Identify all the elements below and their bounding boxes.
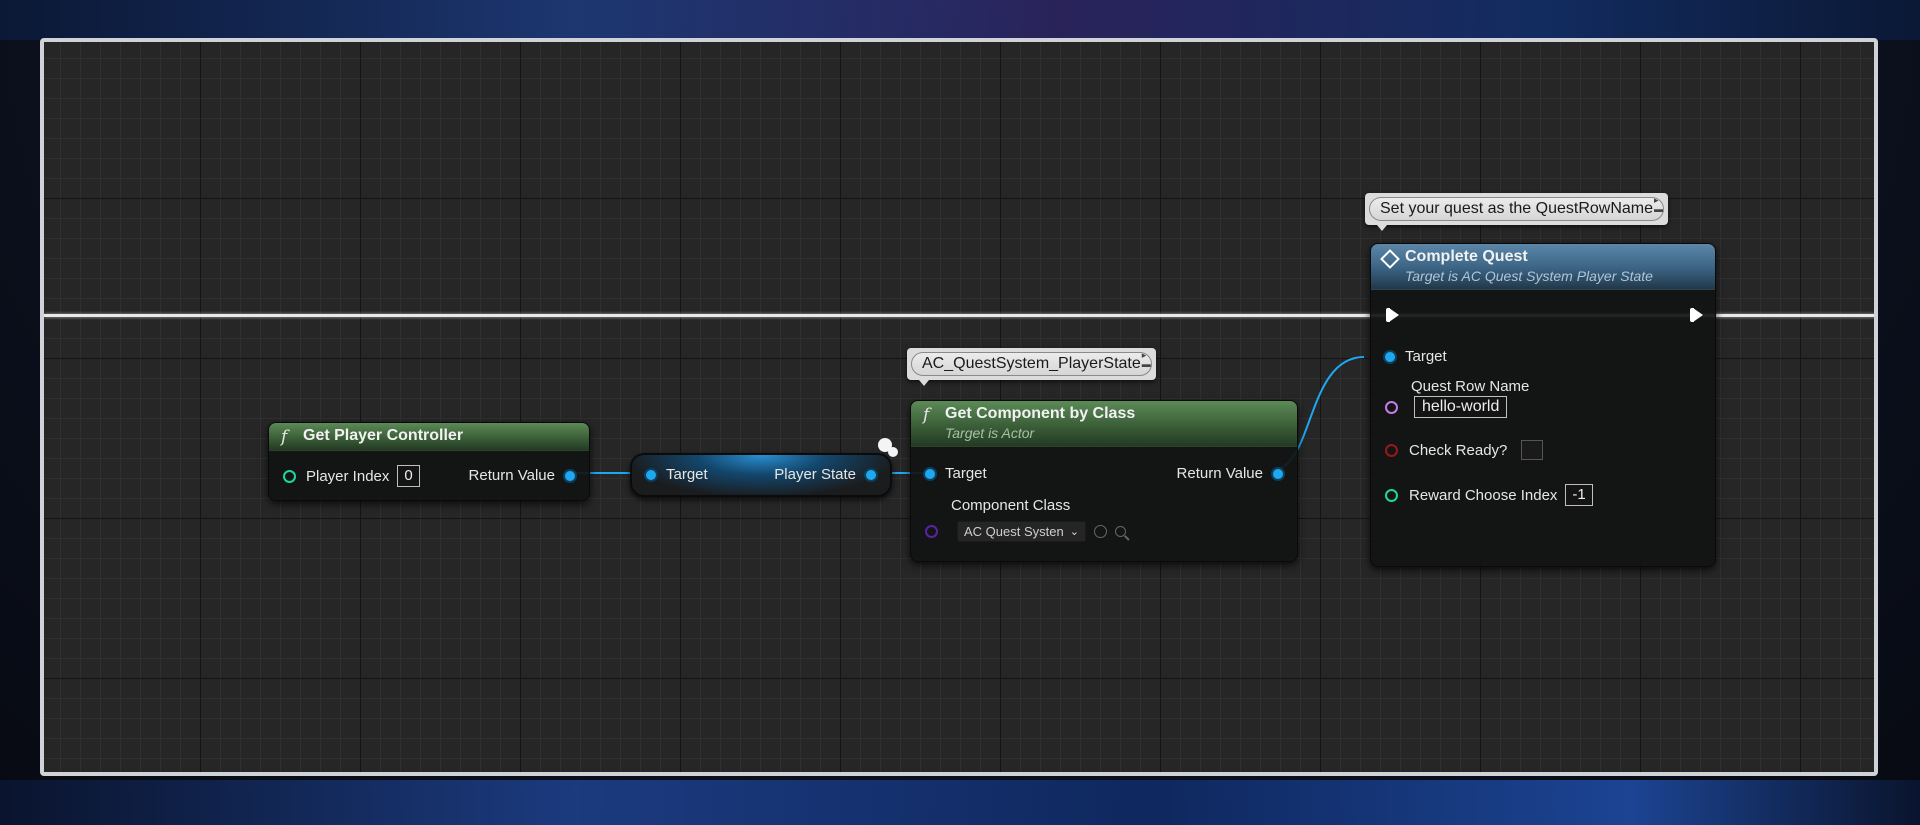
pin-icon[interactable] xyxy=(1385,351,1395,362)
component-class-controls: AC Quest Systen ⌄ xyxy=(957,521,1126,542)
pin-label: Player State xyxy=(774,466,856,483)
pin-icon[interactable] xyxy=(1385,488,1398,502)
pin-return-value[interactable]: Return Value xyxy=(1177,465,1283,482)
comment-pin-icon[interactable]: ▸ ▬ xyxy=(1654,196,1663,214)
pin-label: Target xyxy=(945,465,987,482)
pin-label: Quest Row Name xyxy=(1411,378,1530,395)
check-ready-checkbox[interactable] xyxy=(1521,440,1544,460)
background-banner-top xyxy=(0,0,1920,40)
pin-target[interactable]: Target xyxy=(646,466,708,483)
background-banner-bottom xyxy=(0,780,1920,825)
component-class-label: Component Class xyxy=(951,497,1071,514)
pin-icon[interactable] xyxy=(1273,468,1283,479)
collapse-bubble-icon[interactable] xyxy=(888,447,898,457)
comment-tail xyxy=(1377,225,1387,231)
node-subtitle: Target is AC Quest System Player State xyxy=(1405,268,1653,284)
node-get-player-controller[interactable]: f Get Player Controller Player Index 0 R… xyxy=(268,422,590,501)
player-index-input[interactable]: 0 xyxy=(397,465,420,487)
exec-pin-icon[interactable] xyxy=(1386,308,1399,322)
pin-label: Target xyxy=(1405,348,1447,365)
node-header[interactable]: Complete Quest Target is AC Quest System… xyxy=(1371,244,1715,290)
pin-icon[interactable] xyxy=(1385,400,1398,414)
comment-pin-icon[interactable]: ▸ ▬ xyxy=(1142,351,1151,369)
browse-search-icon[interactable] xyxy=(1114,526,1126,537)
node-get-component-by-class[interactable]: f Get Component by Class Target is Actor… xyxy=(910,400,1298,562)
pin-return-value[interactable]: Return Value xyxy=(469,467,575,484)
pin-check-ready[interactable]: Check Ready? xyxy=(1385,440,1544,460)
chevron-down-icon: ⌄ xyxy=(1069,526,1079,538)
pin-label: Player Index xyxy=(306,467,390,485)
exec-out-pin[interactable] xyxy=(1690,308,1703,322)
node-complete-quest[interactable]: Complete Quest Target is AC Quest System… xyxy=(1370,243,1716,567)
node-title: Get Component by Class xyxy=(945,405,1136,422)
pin-label: Reward Choose Index xyxy=(1409,486,1558,504)
comment-get-component[interactable]: AC_QuestSystem_PlayerState ▸ ▬ xyxy=(907,348,1156,386)
component-class-dropdown[interactable]: AC Quest Systen ⌄ xyxy=(957,521,1086,542)
pin-quest-row-name[interactable]: hello-world xyxy=(1385,396,1508,418)
exec-pin-icon[interactable] xyxy=(1690,308,1703,322)
pin-component-class[interactable] xyxy=(925,501,945,538)
pin-label: Return Value xyxy=(468,467,555,484)
pin-player-state[interactable]: Player State xyxy=(774,466,876,483)
pin-label: Return Value xyxy=(1176,465,1263,482)
quest-row-name-label: Quest Row Name xyxy=(1411,378,1529,395)
pin-player-index[interactable]: Player Index 0 xyxy=(283,465,420,487)
quest-row-name-input[interactable]: hello-world xyxy=(1414,396,1508,418)
pin-icon[interactable] xyxy=(565,470,575,481)
function-icon: f xyxy=(923,405,930,425)
pin-target[interactable]: Target xyxy=(925,465,987,482)
pin-icon[interactable] xyxy=(646,469,656,480)
pin-label: Component Class xyxy=(951,497,1070,514)
pin-label: Target xyxy=(666,466,708,483)
node-title: Complete Quest xyxy=(1405,248,1528,265)
node-subtitle: Target is Actor xyxy=(945,425,1035,441)
node-header[interactable]: f Get Component by Class Target is Actor xyxy=(911,401,1297,447)
exec-in-pin[interactable] xyxy=(1386,308,1399,322)
comment-text[interactable]: AC_QuestSystem_PlayerState xyxy=(911,352,1152,376)
blueprint-graph-canvas[interactable]: Set your quest as the QuestRowName ▸ ▬ AC… xyxy=(40,38,1878,776)
pin-icon[interactable] xyxy=(1385,443,1398,457)
node-header[interactable]: f Get Player Controller xyxy=(269,423,589,451)
pin-icon[interactable] xyxy=(866,469,876,480)
pin-icon[interactable] xyxy=(283,469,296,483)
pin-target[interactable]: Target xyxy=(1385,348,1447,365)
use-selected-icon[interactable] xyxy=(1093,525,1107,538)
dropdown-value: AC Quest Systen xyxy=(964,524,1064,539)
pin-icon[interactable] xyxy=(925,468,935,479)
pin-reward-choose-index[interactable]: Reward Choose Index -1 xyxy=(1385,484,1593,506)
pin-icon[interactable] xyxy=(925,525,938,538)
comment-complete-quest[interactable]: Set your quest as the QuestRowName ▸ ▬ xyxy=(1365,193,1669,231)
reward-choose-index-input[interactable]: -1 xyxy=(1565,484,1593,506)
function-icon: f xyxy=(281,427,288,447)
node-get-player-state[interactable]: Target Player State xyxy=(630,453,892,497)
node-title: Get Player Controller xyxy=(303,427,464,444)
comment-tail xyxy=(919,380,929,386)
comment-text[interactable]: Set your quest as the QuestRowName xyxy=(1369,197,1665,221)
pin-label: Check Ready? xyxy=(1409,441,1508,459)
